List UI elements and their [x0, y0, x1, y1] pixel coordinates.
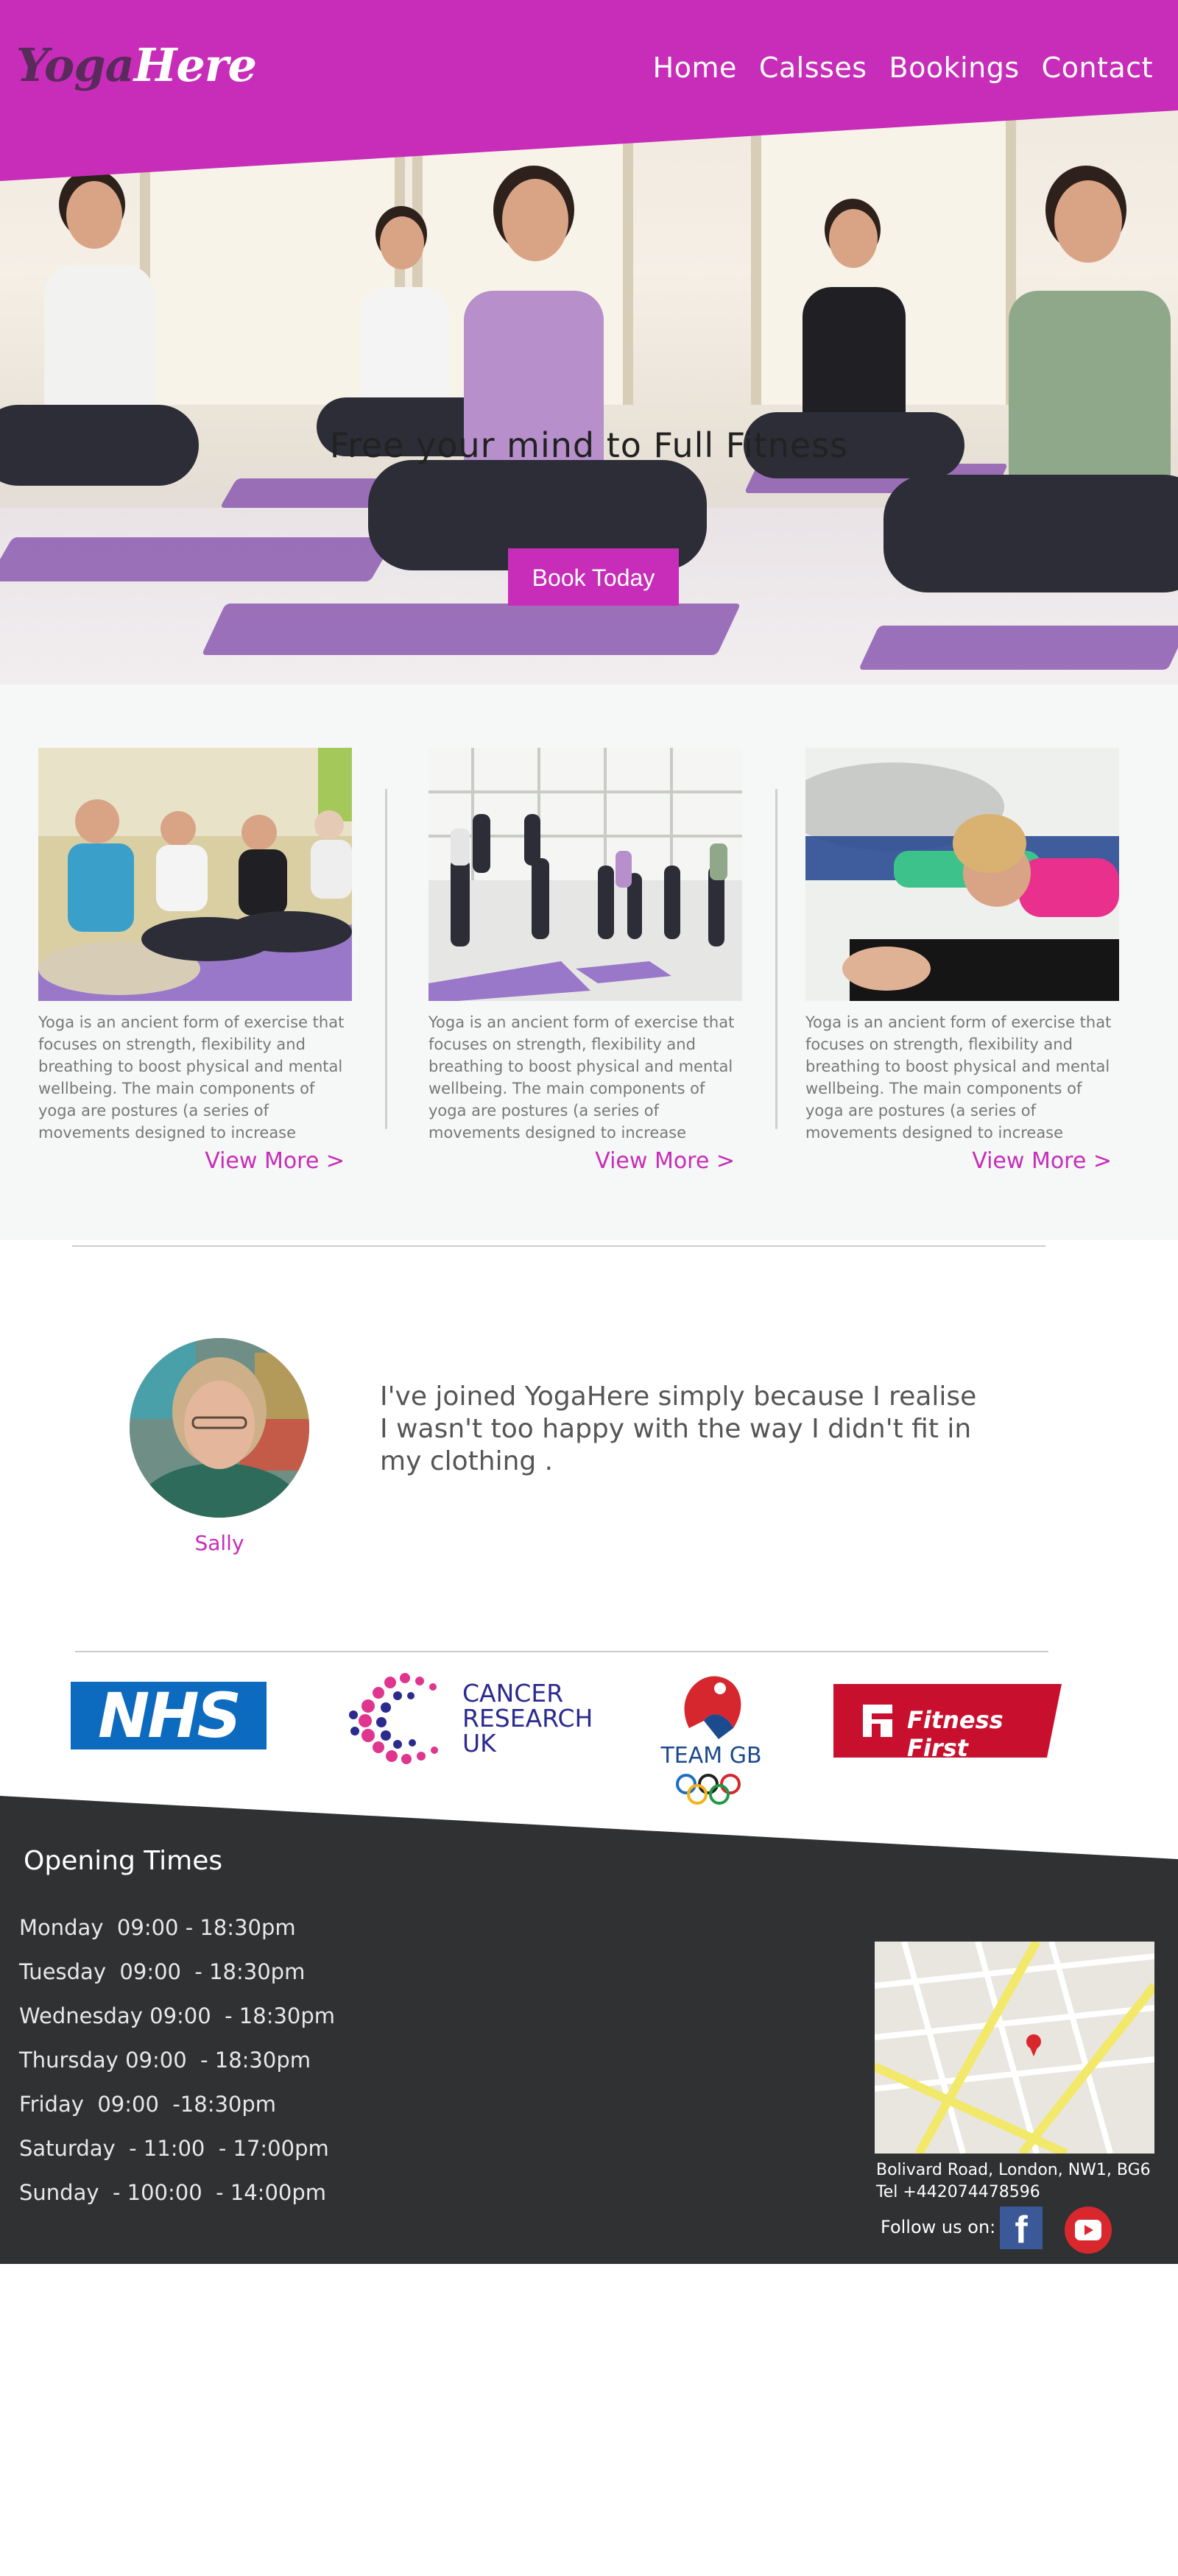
fitness-first-logo: Fitness First: [833, 1684, 1062, 1762]
nav-home[interactable]: Home: [653, 52, 737, 84]
youtube-icon[interactable]: [1065, 2207, 1112, 2254]
class-card-image: [428, 748, 742, 1001]
view-more-link[interactable]: View More >: [595, 1148, 735, 1174]
divider: [775, 789, 777, 1129]
class-card-image: [805, 748, 1119, 1001]
class-card: Yoga is an ancient form of exercise that…: [428, 748, 742, 1144]
logo-here-text: Here: [133, 38, 257, 92]
opening-hours-list: Monday 09:00 - 18:30pm Tuesday 09:00 - 1…: [19, 1915, 335, 2224]
yoga-person: [884, 166, 1178, 681]
team-gb-logo: TEAM GB: [660, 1669, 763, 1805]
class-card: Yoga is an ancient form of exercise that…: [805, 748, 1119, 1144]
location-map[interactable]: [875, 1942, 1154, 2154]
header-banner: [0, 0, 1178, 181]
team-gb-text: TEAM GB: [660, 1743, 762, 1769]
logo-yoga-text: Yoga: [16, 38, 135, 92]
book-today-button[interactable]: Book Today: [508, 548, 679, 606]
hours-row: Saturday - 11:00 - 17:00pm: [19, 2136, 329, 2161]
class-card-text: Yoga is an ancient form of exercise that…: [428, 1013, 735, 1142]
section-divider: [75, 1651, 1048, 1652]
testimonial-name: Sally: [194, 1531, 244, 1555]
divider: [385, 789, 387, 1129]
nav-classes[interactable]: Calsses: [759, 52, 867, 84]
site-logo[interactable]: YogaHere: [16, 38, 257, 92]
class-card: Yoga is an ancient form of exercise that…: [38, 748, 352, 1144]
facebook-icon[interactable]: f: [1000, 2207, 1043, 2251]
class-card-text: Yoga is an ancient form of exercise that…: [38, 1013, 345, 1142]
nav-bookings[interactable]: Bookings: [889, 52, 1020, 84]
cancer-research-text: CANCER RESEARCH UK: [462, 1679, 593, 1758]
classes-section: Yoga is an ancient form of exercise that…: [0, 684, 1178, 1240]
fitness-first-text: Fitness First: [907, 1706, 1004, 1762]
cancer-research-logo: CANCER RESEARCH UK: [346, 1671, 596, 1766]
nhs-logo: NHS: [71, 1682, 267, 1749]
hours-row: Tuesday 09:00 - 18:30pm: [19, 1959, 306, 1984]
hero-slider: Free your mind to Full Fitness Book Toda…: [0, 96, 1178, 684]
section-divider: [72, 1245, 1045, 1247]
class-card-text: Yoga is an ancient form of exercise that…: [805, 1013, 1112, 1142]
hours-row: Thursday 09:00 - 18:30pm: [19, 2048, 311, 2073]
view-more-link[interactable]: View More >: [205, 1148, 345, 1174]
hours-row: Wednesday 09:00 - 18:30pm: [19, 2003, 336, 2028]
nav-contact[interactable]: Contact: [1042, 52, 1153, 84]
hours-row: Sunday - 100:00 - 14:00pm: [19, 2180, 327, 2205]
yoga-person: [0, 169, 199, 581]
hours-row: Friday 09:00 -18:30pm: [19, 2092, 277, 2117]
view-more-link[interactable]: View More >: [972, 1148, 1112, 1174]
follow-label: Follow us on:: [881, 2217, 996, 2237]
opening-times-title: Opening Times: [24, 1846, 223, 1876]
phone-line: Tel +442074478596: [876, 2183, 1040, 2201]
testimonial-quote: I've joined YogaHere simply because I re…: [380, 1381, 977, 1476]
avatar: [130, 1338, 309, 1518]
class-card-image: [38, 748, 352, 1001]
address-line: Bolivard Road, London, NW1, BG6: [876, 2161, 1151, 2179]
footer-address: Bolivard Road, London, NW1, BG6 Tel +442…: [876, 2159, 1151, 2204]
hero-title: Free your mind to Full Fitness: [329, 425, 849, 465]
main-nav: Home Calsses Bookings Contact: [653, 52, 1153, 84]
hours-row: Monday 09:00 - 18:30pm: [19, 1915, 296, 1940]
